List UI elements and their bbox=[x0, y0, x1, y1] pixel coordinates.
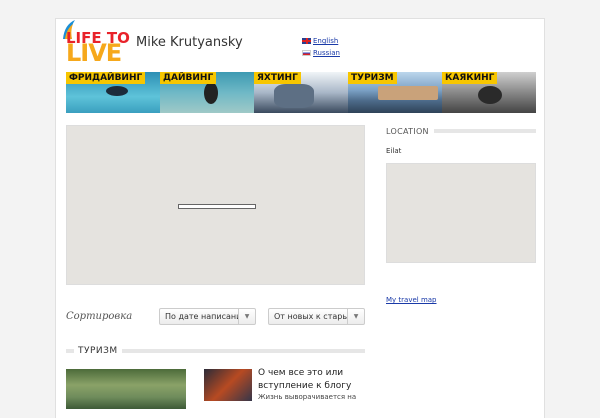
sort-label: Сортировка bbox=[66, 311, 133, 322]
banner-tile-yachting[interactable]: ЯХТИНГ bbox=[254, 72, 348, 113]
site-title[interactable]: Mike Krutyansky bbox=[136, 35, 243, 50]
logo-text-line2: LIVE bbox=[66, 39, 122, 67]
location-value: Eilat bbox=[386, 147, 402, 155]
uk-flag-icon bbox=[302, 38, 311, 44]
language-label: English bbox=[313, 37, 339, 45]
banner-tile-diving[interactable]: ДАЙВИНГ bbox=[160, 72, 254, 113]
sort-by-select[interactable]: По дате написания ▼ bbox=[159, 308, 256, 325]
language-english[interactable]: English bbox=[302, 35, 340, 47]
language-russian[interactable]: Russian bbox=[302, 47, 340, 59]
kayaker-figure bbox=[478, 86, 502, 104]
ru-flag-icon bbox=[302, 50, 311, 56]
yacht-figure bbox=[274, 84, 314, 108]
banner-tile-label: ЯХТИНГ bbox=[254, 72, 301, 84]
language-label: Russian bbox=[313, 49, 340, 57]
travel-map-link[interactable]: My travel map bbox=[386, 296, 437, 304]
map-loading-bar bbox=[178, 204, 256, 209]
heading-divider bbox=[433, 129, 536, 133]
banner-tile-label: ДАЙВИНГ bbox=[160, 72, 217, 84]
location-map[interactable] bbox=[386, 163, 536, 263]
section-heading: ТУРИЗМ bbox=[66, 345, 365, 357]
sidebar: LOCATION Eilat My travel map bbox=[386, 125, 536, 304]
chevron-down-icon: ▼ bbox=[238, 309, 255, 324]
heading-divider bbox=[121, 349, 365, 353]
map-widget[interactable] bbox=[66, 125, 365, 285]
heading-divider bbox=[66, 349, 74, 353]
page-container: LIFE TO LIVE Mike Krutyansky English Rus… bbox=[55, 18, 545, 418]
banner-tile-label: КАЯКИНГ bbox=[442, 72, 498, 84]
banner-tile-tourism[interactable]: ТУРИЗМ bbox=[348, 72, 442, 113]
sort-by-value: По дате написания bbox=[165, 312, 239, 321]
freediver-figure bbox=[106, 86, 128, 96]
location-title: LOCATION bbox=[386, 126, 429, 136]
site-logo[interactable]: LIFE TO LIVE bbox=[60, 19, 130, 67]
banner-tile-label: ФРИДАЙВИНГ bbox=[66, 72, 146, 84]
language-switcher: English Russian bbox=[302, 35, 340, 59]
post-title[interactable]: О чем все это или вступление к блогу bbox=[258, 367, 368, 393]
banner-tile-kayaking[interactable]: КАЯКИНГ bbox=[442, 72, 536, 113]
city-buildings-figure bbox=[378, 86, 438, 100]
chevron-down-icon: ▼ bbox=[347, 309, 364, 324]
sort-order-value: От новых к старым bbox=[274, 312, 348, 321]
location-heading: LOCATION bbox=[386, 125, 536, 137]
banner-tile-label: ТУРИЗМ bbox=[348, 72, 397, 84]
post-thumbnail[interactable] bbox=[66, 369, 186, 409]
category-banner: ФРИДАЙВИНГ ДАЙВИНГ ЯХТИНГ ТУРИЗМ КАЯКИНГ bbox=[66, 72, 536, 113]
post-thumbnail[interactable] bbox=[204, 369, 252, 401]
section-title: ТУРИЗМ bbox=[78, 346, 118, 356]
diver-figure bbox=[204, 82, 218, 104]
banner-tile-freediving[interactable]: ФРИДАЙВИНГ bbox=[66, 72, 160, 113]
sort-order-select[interactable]: От новых к старым ▼ bbox=[268, 308, 365, 325]
